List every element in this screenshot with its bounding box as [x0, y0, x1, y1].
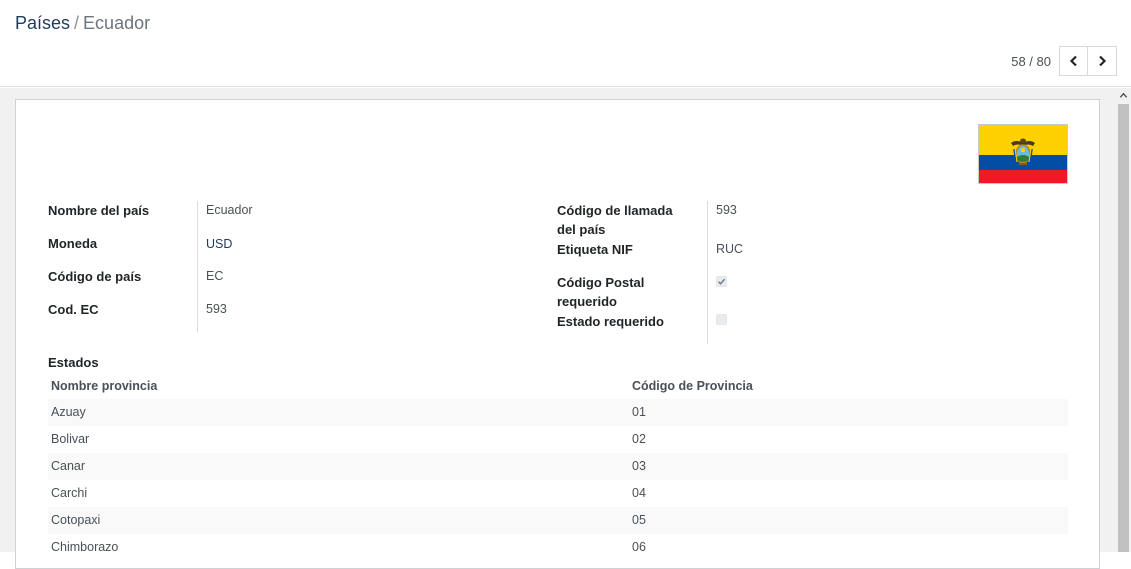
province-code-cell: 02: [632, 432, 646, 446]
states-table: Nombre provincia Código de Provincia Azu…: [48, 377, 1068, 561]
country-name-label: Nombre del país: [48, 203, 150, 218]
table-row[interactable]: Cotopaxi 05: [48, 507, 1068, 534]
coat-of-arms-icon: [1011, 138, 1035, 165]
vat-label-value[interactable]: RUC: [716, 240, 743, 259]
table-row[interactable]: Azuay 01: [48, 399, 1068, 426]
table-row[interactable]: Bolivar 02: [48, 426, 1068, 453]
province-code-cell: 03: [632, 459, 646, 473]
column-header-province-code[interactable]: Código de Provincia: [632, 379, 753, 393]
province-name-cell: Azuay: [51, 405, 86, 419]
group-divider: [197, 201, 198, 332]
breadcrumb-parent-link[interactable]: Países: [15, 13, 70, 33]
province-name-cell: Carchi: [51, 486, 88, 500]
pager-previous-button[interactable]: [1059, 46, 1088, 76]
form-view-area: Nombre del país Ecuador Moneda USD Códig…: [0, 88, 1131, 569]
states-table-header: Nombre provincia Código de Provincia: [48, 377, 1068, 399]
flag-red-band: [979, 170, 1067, 183]
pager: 58 / 80: [1011, 46, 1117, 76]
province-code-cell: 01: [632, 405, 646, 419]
calling-code-value[interactable]: 593: [716, 201, 737, 220]
province-name-cell: Canar: [51, 459, 86, 473]
province-name-cell: Bolivar: [51, 432, 90, 446]
country-name-value[interactable]: Ecuador: [206, 201, 253, 220]
scrollbar-thumb[interactable]: [1118, 104, 1129, 552]
province-code-cell: 04: [632, 486, 646, 500]
table-row[interactable]: Carchi 04: [48, 480, 1068, 507]
checkmark-icon: [718, 278, 726, 285]
scroll-up-button[interactable]: [1118, 90, 1129, 101]
cod-ec-label: Cod. EC: [48, 302, 99, 317]
calling-code-label-line1: Código de llamada: [557, 203, 673, 218]
country-code-value[interactable]: EC: [206, 267, 223, 286]
cod-ec-value[interactable]: 593: [206, 300, 227, 319]
states-section-title: Estados: [48, 355, 99, 370]
country-code-label: Código de país: [48, 269, 142, 284]
pager-next-button[interactable]: [1088, 46, 1117, 76]
chevron-left-icon: [1069, 55, 1077, 67]
zip-required-label-line1: Código Postal: [557, 275, 645, 290]
table-row[interactable]: Chimborazo 06: [48, 534, 1068, 561]
country-flag-image: [978, 124, 1068, 184]
state-required-label: Estado requerido: [557, 314, 664, 329]
currency-value-link[interactable]: USD: [206, 235, 232, 254]
breadcrumb-current: Ecuador: [83, 13, 151, 33]
chevron-right-icon: [1099, 55, 1107, 67]
zip-required-label-line2: requerido: [557, 294, 617, 309]
province-name-cell: Cotopaxi: [51, 513, 101, 527]
zip-required-checkbox[interactable]: [716, 276, 727, 287]
caret-up-icon: [1119, 92, 1128, 98]
column-header-province-name[interactable]: Nombre provincia: [51, 379, 157, 393]
breadcrumb: Países / Ecuador: [15, 13, 150, 34]
vat-label-label: Etiqueta NIF: [557, 242, 633, 257]
control-panel: Países / Ecuador 58 / 80: [0, 0, 1131, 87]
group-divider: [707, 201, 708, 344]
currency-label: Moneda: [48, 236, 98, 251]
vertical-scrollbar[interactable]: [1116, 88, 1131, 552]
pager-value[interactable]: 58 / 80: [1011, 54, 1051, 69]
province-code-cell: 05: [632, 513, 646, 527]
calling-code-label-line2: del país: [557, 222, 606, 237]
breadcrumb-separator: /: [74, 13, 80, 33]
form-sheet: Nombre del país Ecuador Moneda USD Códig…: [15, 99, 1100, 569]
state-required-checkbox[interactable]: [716, 314, 727, 325]
table-row[interactable]: Canar 03: [48, 453, 1068, 480]
